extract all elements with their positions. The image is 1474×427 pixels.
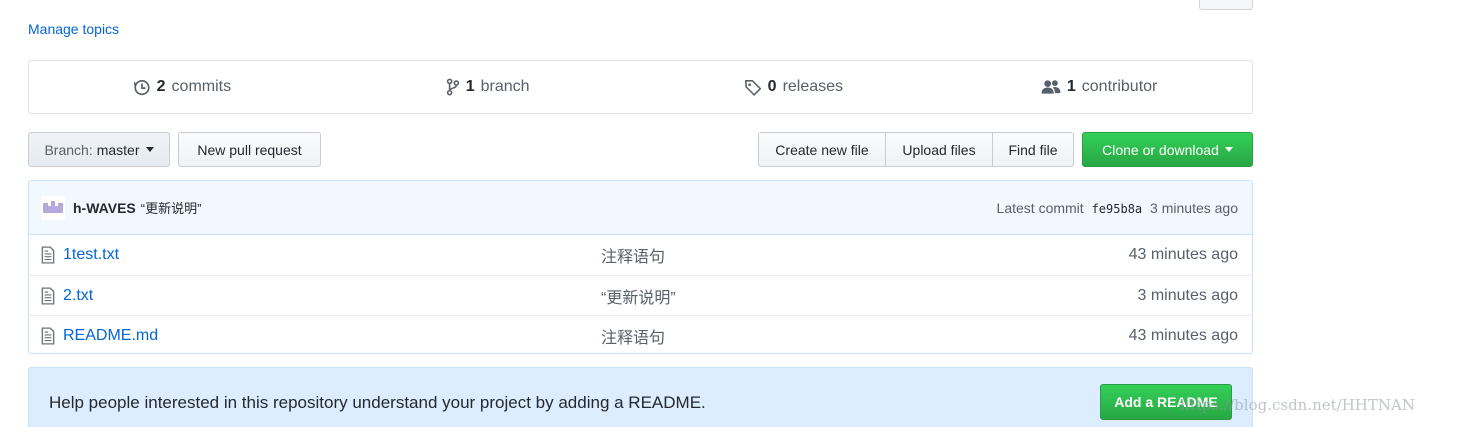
- contributors-count-link[interactable]: 1 contributor: [946, 78, 1252, 96]
- file-commit-message[interactable]: “更新说明”: [601, 284, 901, 308]
- clone-or-download-button[interactable]: Clone or download: [1082, 132, 1253, 167]
- commit-age: 3 minutes ago: [1150, 199, 1238, 216]
- file-link[interactable]: 2.txt: [41, 287, 601, 305]
- chevron-down-icon: [1224, 147, 1233, 152]
- commit-message[interactable]: “更新说明”: [141, 198, 202, 217]
- upload-files-button[interactable]: Upload files: [886, 132, 993, 167]
- commits-count: 2: [156, 78, 166, 95]
- file-icon: [41, 326, 55, 345]
- numbers-summary: 2 commits 1 branch 0 releases 1 contribu…: [28, 60, 1253, 114]
- git-branch-icon: [446, 78, 460, 96]
- file-icon: [41, 286, 55, 305]
- commit-meta: Latest commit fe95b8a 3 minutes ago: [997, 200, 1238, 216]
- table-row: 2.txt “更新说明” 3 minutes ago: [29, 275, 1252, 315]
- latest-commit-bar: h-WAVES “更新说明” Latest commit fe95b8a 3 m…: [29, 181, 1252, 235]
- releases-label: releases: [782, 78, 844, 95]
- find-file-button[interactable]: Find file: [993, 132, 1074, 167]
- file-age: 3 minutes ago: [1137, 286, 1238, 304]
- readme-prompt-banner: Help people interested in this repositor…: [28, 367, 1253, 427]
- file-actions-group: Create new file Upload files Find file: [758, 132, 1074, 167]
- branches-label: branch: [480, 78, 530, 95]
- chevron-down-icon: [145, 147, 154, 152]
- releases-count-link[interactable]: 0 releases: [641, 78, 947, 96]
- people-icon: [1041, 78, 1061, 96]
- file-name: 1test.txt: [63, 246, 120, 263]
- contributors-label: contributor: [1081, 78, 1158, 95]
- readme-prompt-text: Help people interested in this repositor…: [49, 393, 706, 412]
- create-new-file-button[interactable]: Create new file: [758, 132, 886, 167]
- watermark: https://blog.csdn.net/HHTNAN: [1180, 396, 1415, 414]
- latest-commit-prefix: Latest commit: [996, 199, 1084, 216]
- commits-label: commits: [171, 78, 232, 95]
- history-icon: [133, 78, 151, 96]
- branch-select-button[interactable]: Branch: master: [28, 132, 170, 167]
- releases-count: 0: [767, 78, 777, 95]
- manage-topics-link[interactable]: Manage topics: [28, 21, 119, 37]
- new-pull-request-button[interactable]: New pull request: [178, 132, 321, 167]
- file-age: 43 minutes ago: [1128, 246, 1238, 263]
- file-name: README.md: [63, 326, 159, 344]
- branch-value: master: [96, 141, 140, 158]
- branches-count: 1: [465, 78, 475, 95]
- file-age: 43 minutes ago: [1128, 326, 1238, 344]
- table-row: README.md 注释语句 43 minutes ago: [29, 315, 1252, 353]
- contributors-count: 1: [1066, 78, 1076, 95]
- table-row: 1test.txt 注释语句 43 minutes ago: [29, 235, 1252, 275]
- file-list: h-WAVES “更新说明” Latest commit fe95b8a 3 m…: [28, 180, 1253, 354]
- top-partial-button[interactable]: [1199, 0, 1253, 10]
- file-name: 2.txt: [63, 286, 94, 304]
- commits-count-link[interactable]: 2 commits: [29, 78, 335, 96]
- commit-author[interactable]: h-WAVES: [73, 200, 136, 216]
- branch-prefix: Branch:: [44, 141, 93, 158]
- file-link[interactable]: README.md: [41, 327, 601, 345]
- avatar[interactable]: [41, 195, 65, 220]
- file-commit-message[interactable]: 注释语句: [601, 243, 901, 267]
- clone-or-download-label: Clone or download: [1102, 141, 1219, 158]
- branches-count-link[interactable]: 1 branch: [335, 78, 641, 96]
- commit-sha[interactable]: fe95b8a: [1092, 202, 1143, 216]
- tag-icon: [744, 78, 762, 96]
- file-commit-message[interactable]: 注释语句: [601, 324, 901, 348]
- file-icon: [41, 246, 55, 264]
- file-link[interactable]: 1test.txt: [41, 246, 601, 264]
